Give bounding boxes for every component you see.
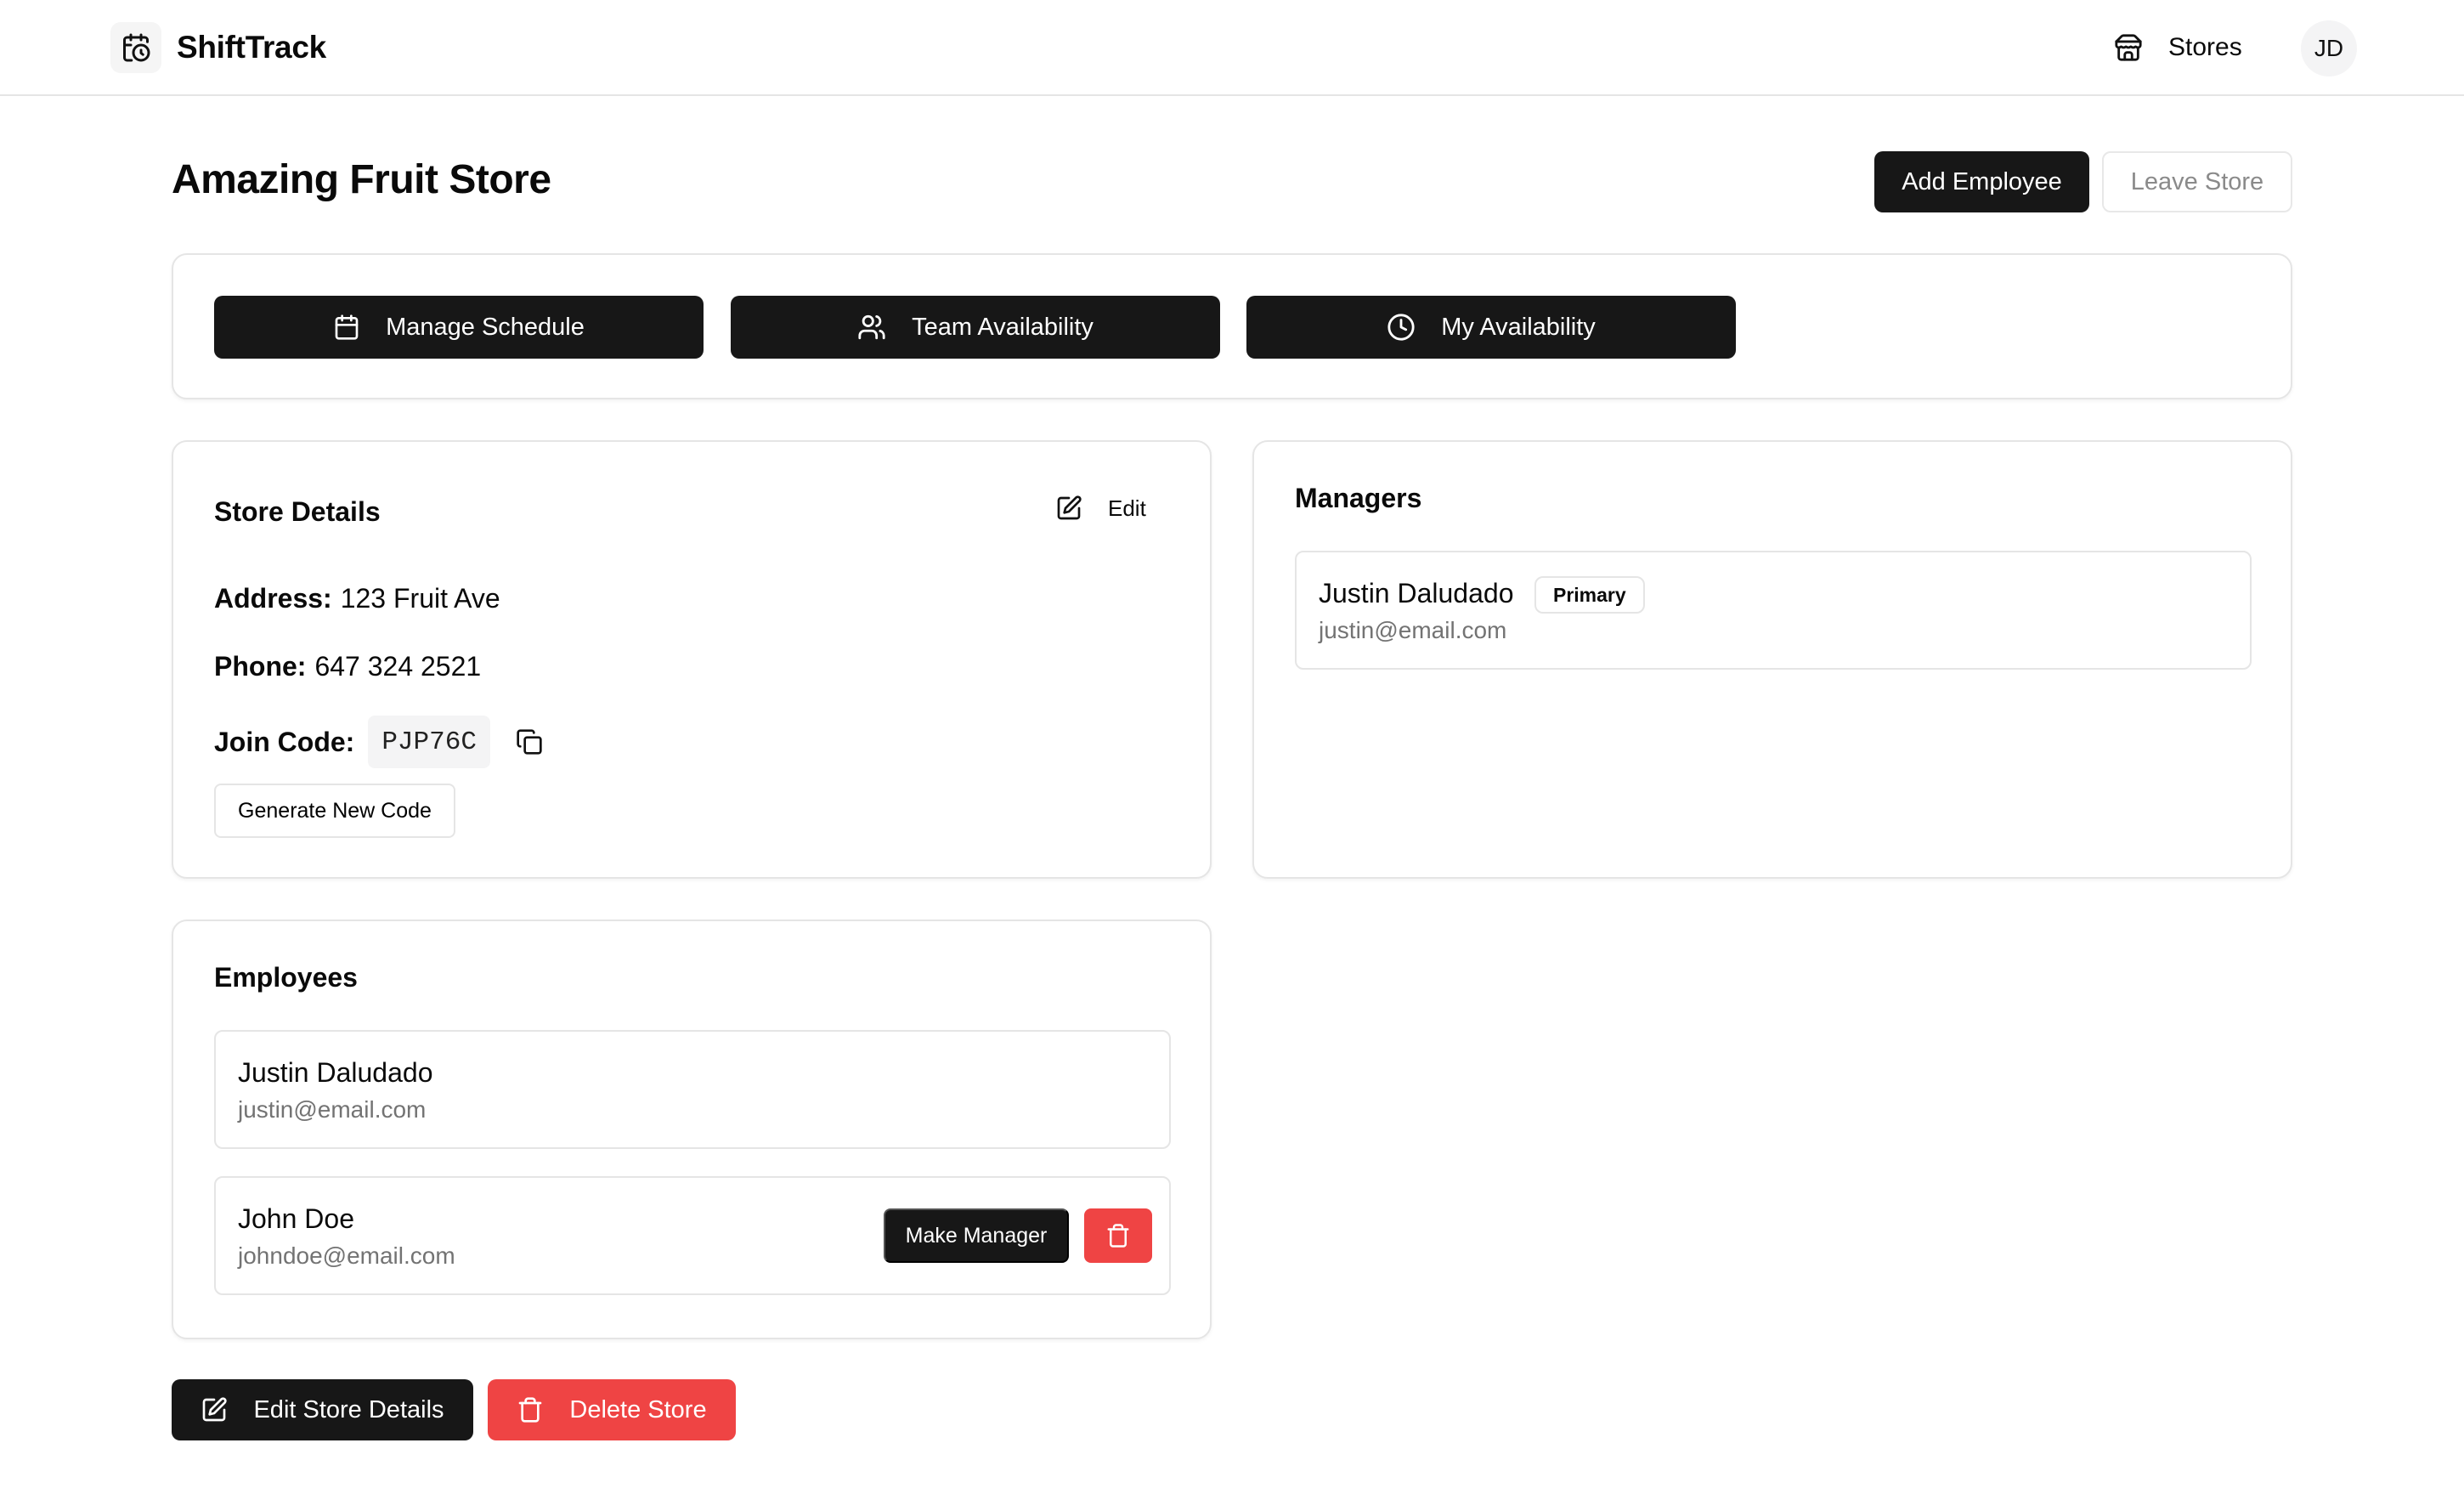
- delete-store-label: Delete Store: [569, 1395, 707, 1423]
- user-avatar[interactable]: JD: [2301, 20, 2357, 76]
- trash-icon: [1105, 1223, 1131, 1248]
- quick-actions-card: Manage Schedule Team Availability My Ava…: [172, 253, 2292, 399]
- add-employee-button[interactable]: Add Employee: [1874, 151, 2089, 212]
- primary-badge: Primary: [1534, 576, 1645, 614]
- employee-list-item: Justin Daludado justin@email.com: [214, 1030, 1171, 1149]
- manager-email: justin@email.com: [1319, 617, 1507, 643]
- trash-icon: [517, 1396, 544, 1423]
- manage-schedule-label: Manage Schedule: [386, 313, 585, 341]
- join-code-value: PJP76C: [368, 716, 490, 768]
- team-availability-label: Team Availability: [912, 313, 1094, 341]
- calendar-clock-icon: [110, 22, 161, 73]
- managers-title: Managers: [1295, 483, 1422, 513]
- managers-card: Managers Justin Daludado Primary justin@…: [1252, 440, 2292, 879]
- join-code-label: Join Code:: [214, 726, 355, 757]
- leave-store-button[interactable]: Leave Store: [2102, 151, 2292, 212]
- employee-email: johndoe@email.com: [238, 1242, 455, 1269]
- store-icon: [2114, 33, 2143, 62]
- remove-employee-button[interactable]: [1084, 1208, 1152, 1263]
- store-details-card: Store Details Edit Address: 123 Fruit Av…: [172, 440, 1212, 879]
- make-manager-button[interactable]: Make Manager: [884, 1208, 1069, 1263]
- edit-store-details-link[interactable]: Edit: [1055, 495, 1146, 522]
- store-details-title: Store Details: [214, 496, 381, 527]
- my-availability-label: My Availability: [1441, 313, 1596, 341]
- nav-stores-link[interactable]: Stores: [2114, 25, 2242, 70]
- edit-icon: [1055, 495, 1082, 522]
- nav-stores-label: Stores: [2168, 33, 2242, 61]
- team-availability-button[interactable]: Team Availability: [731, 296, 1220, 359]
- address-row: Address: 123 Fruit Ave: [214, 583, 500, 614]
- manager-list-item: Justin Daludado Primary justin@email.com: [1295, 551, 2252, 670]
- edit-label: Edit: [1108, 495, 1146, 521]
- calendar-icon: [333, 314, 360, 341]
- copy-icon[interactable]: [516, 728, 543, 755]
- employees-card: Employees Justin Daludado justin@email.c…: [172, 920, 1212, 1339]
- employee-email: justin@email.com: [238, 1096, 427, 1123]
- users-icon: [857, 313, 886, 342]
- join-code-row: Join Code: PJP76C: [214, 716, 543, 768]
- clock-icon: [1387, 313, 1416, 342]
- phone-label: Phone:: [214, 651, 307, 682]
- address-value: 123 Fruit Ave: [340, 583, 500, 614]
- app-name: ShiftTrack: [177, 30, 326, 65]
- edit-store-details-label: Edit Store Details: [253, 1395, 444, 1423]
- employees-title: Employees: [214, 962, 358, 993]
- page-title: Amazing Fruit Store: [172, 157, 551, 202]
- edit-store-details-button[interactable]: Edit Store Details: [172, 1379, 473, 1440]
- phone-row: Phone: 647 324 2521: [214, 651, 481, 682]
- manage-schedule-button[interactable]: Manage Schedule: [214, 296, 704, 359]
- edit-icon: [201, 1396, 228, 1423]
- employee-name: Justin Daludado: [238, 1057, 433, 1088]
- generate-new-code-button[interactable]: Generate New Code: [214, 784, 455, 838]
- manager-name: Justin Daludado: [1319, 578, 1514, 608]
- delete-store-button[interactable]: Delete Store: [488, 1379, 736, 1440]
- top-nav-bar: ShiftTrack Stores JD: [0, 0, 2464, 96]
- employee-name: John Doe: [238, 1203, 354, 1234]
- brand[interactable]: ShiftTrack: [110, 22, 326, 73]
- my-availability-button[interactable]: My Availability: [1246, 296, 1736, 359]
- address-label: Address:: [214, 583, 332, 614]
- phone-value: 647 324 2521: [314, 651, 482, 682]
- employee-list-item: John Doe johndoe@email.com Make Manager: [214, 1176, 1171, 1295]
